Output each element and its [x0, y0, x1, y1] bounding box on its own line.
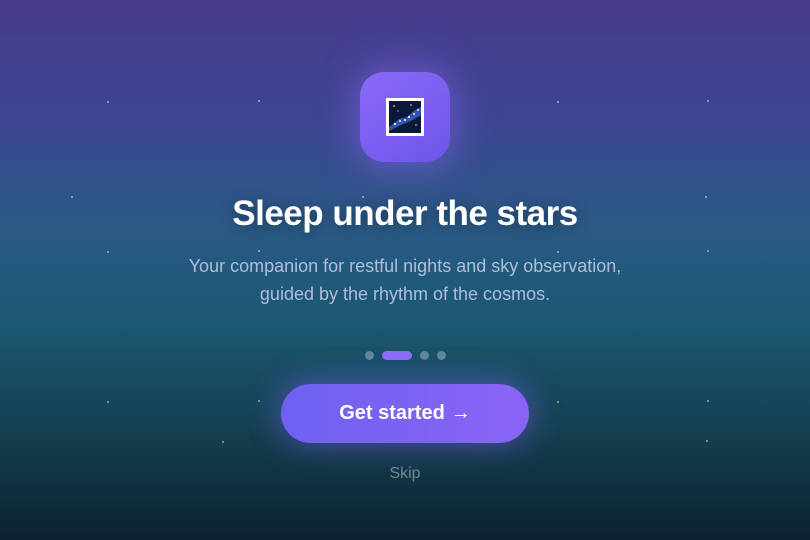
app-icon-tile [360, 72, 450, 162]
subtitle-line-1: Your companion for restful nights and sk… [188, 256, 622, 276]
subtitle-line-2: guided by the rhythm of the cosmos. [259, 284, 551, 304]
get-started-label: Get started [339, 402, 445, 424]
get-started-button[interactable]: Get started → [281, 384, 529, 443]
page-dot-4[interactable] [436, 351, 446, 360]
page-title: Sleep under the stars [232, 194, 578, 233]
arrow-right-icon: → [450, 402, 471, 424]
night-sky-icon [386, 98, 424, 136]
skip-link[interactable]: Skip [389, 465, 420, 483]
subtitle: Your companion for restful nights and sk… [145, 252, 665, 308]
onboarding-screen: Sleep under the stars Your companion for… [0, 0, 810, 540]
page-dot-2-active[interactable] [381, 351, 412, 360]
page-dot-3[interactable] [419, 351, 429, 360]
page-dot-1[interactable] [364, 351, 374, 360]
page-indicator [364, 351, 446, 360]
